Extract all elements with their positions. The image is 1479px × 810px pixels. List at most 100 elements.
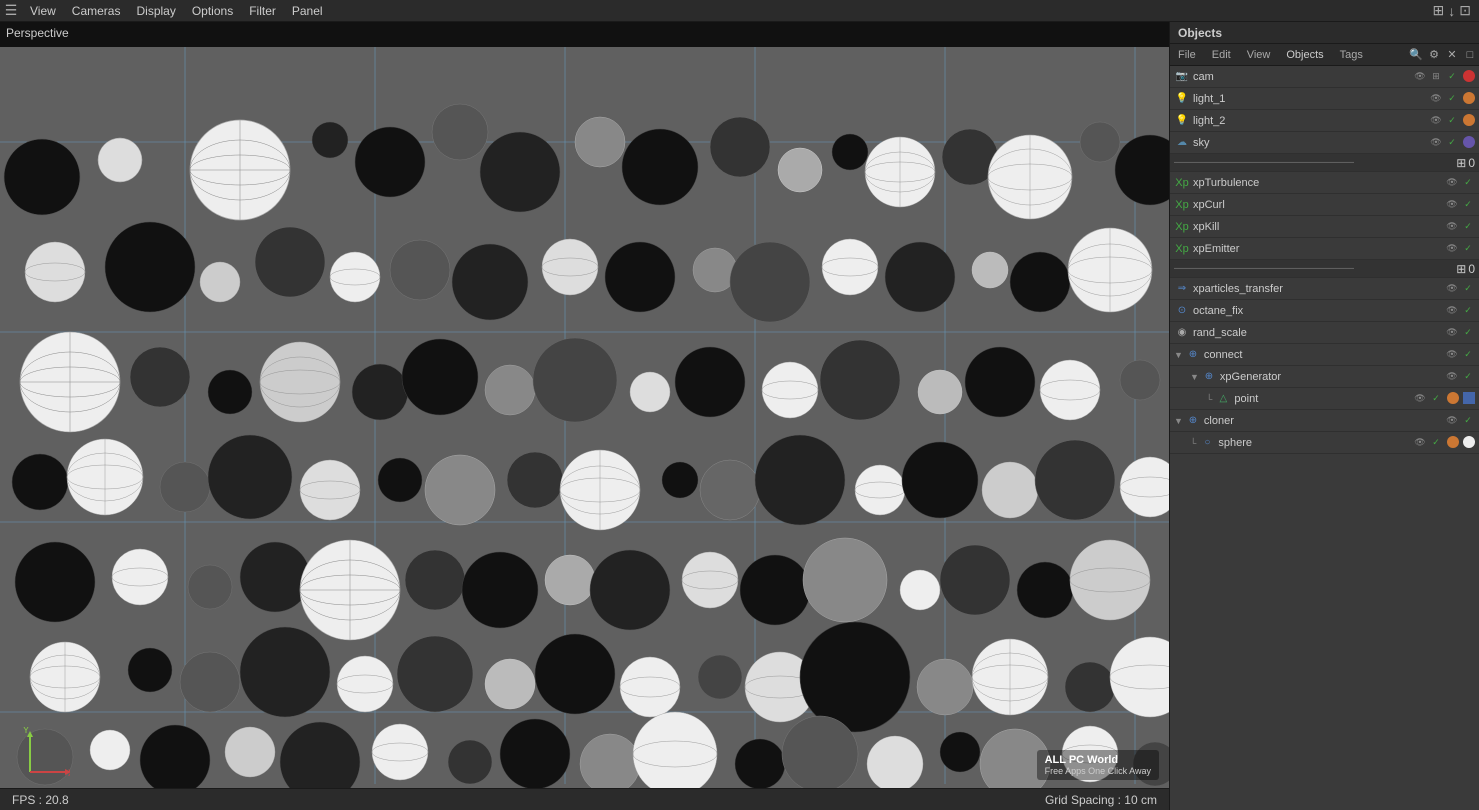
tab-objects[interactable]: Objects: [1278, 44, 1331, 66]
sphere-connector: └: [1190, 438, 1196, 448]
xpkill-name: xpKill: [1193, 221, 1441, 233]
object-row-cam[interactable]: 📷 cam 👁 ⊞ ✓: [1170, 66, 1479, 88]
xpgen-name: xpGenerator: [1220, 371, 1441, 383]
xpc-visible-btn[interactable]: 👁: [1445, 198, 1459, 212]
sky-icon: ☁: [1174, 135, 1190, 151]
tab-view[interactable]: View: [1239, 44, 1279, 66]
menu-panel[interactable]: Panel: [284, 0, 331, 22]
cloner-icon: ⊕: [1185, 413, 1201, 429]
tab-tags[interactable]: Tags: [1332, 44, 1371, 66]
point-connector: └: [1206, 394, 1212, 404]
cloner-check-btn[interactable]: ✓: [1461, 414, 1475, 428]
xpgen-expand-arrow[interactable]: ▼: [1190, 372, 1199, 382]
cam-lock-btn[interactable]: ⊞: [1429, 70, 1443, 84]
panel-tabs: File Edit View Objects Tags 🔍 ⚙ ✕ □: [1170, 44, 1479, 66]
sphere-visible-btn[interactable]: 👁: [1413, 436, 1427, 450]
object-row-point[interactable]: └ △ point 👁 ✓: [1170, 388, 1479, 410]
separator-1: ―――――――――――――――――― ⊞ 0: [1170, 154, 1479, 172]
light2-visible-btn[interactable]: 👁: [1429, 114, 1443, 128]
light1-visible-btn[interactable]: 👁: [1429, 92, 1443, 106]
panel-settings-icon[interactable]: ⚙: [1425, 44, 1443, 66]
menu-cameras[interactable]: Cameras: [64, 0, 129, 22]
settings-icon[interactable]: ⊡: [1459, 2, 1471, 19]
sphere-color-dot2: [1463, 436, 1475, 448]
point-visible-btn[interactable]: 👁: [1413, 392, 1427, 406]
sep1-btn2[interactable]: 0: [1468, 156, 1475, 170]
xpemitter-name: xpEmitter: [1193, 243, 1441, 255]
connect-expand-arrow[interactable]: ▼: [1174, 350, 1183, 360]
y-axis-label: Y: [23, 727, 29, 735]
object-row-sphere[interactable]: └ ○ sphere 👁 ✓: [1170, 432, 1479, 454]
rs-visible-btn[interactable]: 👁: [1445, 326, 1459, 340]
xparticles-transfer-name: xparticles_transfer: [1193, 283, 1441, 295]
object-row-octane-fix[interactable]: ⊙ octane_fix 👁 ✓: [1170, 300, 1479, 322]
conn-check-btn[interactable]: ✓: [1461, 348, 1475, 362]
xpgen-check-btn[interactable]: ✓: [1461, 370, 1475, 384]
search-icon[interactable]: 🔍: [1407, 44, 1425, 66]
point-name: point: [1234, 393, 1409, 405]
object-row-xpkill[interactable]: Xp xpKill 👁 ✓: [1170, 216, 1479, 238]
tab-edit[interactable]: Edit: [1204, 44, 1239, 66]
object-row-sky[interactable]: ☁ sky 👁 ✓: [1170, 132, 1479, 154]
light2-icon: 💡: [1174, 113, 1190, 129]
xpe-check-btn[interactable]: ✓: [1461, 242, 1475, 256]
xpk-check-btn[interactable]: ✓: [1461, 220, 1475, 234]
layout-icon[interactable]: ⊞: [1433, 2, 1445, 19]
light1-check-btn[interactable]: ✓: [1445, 92, 1459, 106]
object-row-connect[interactable]: ▼ ⊕ connect 👁 ✓: [1170, 344, 1479, 366]
menu-filter[interactable]: Filter: [241, 0, 284, 22]
oct-visible-btn[interactable]: 👁: [1445, 304, 1459, 318]
oct-check-btn[interactable]: ✓: [1461, 304, 1475, 318]
object-row-xpgenerator[interactable]: ▼ ⊕ xpGenerator 👁 ✓: [1170, 366, 1479, 388]
menu-view[interactable]: View: [22, 0, 64, 22]
watermark: ALL PC World Free Apps One Click Away: [1037, 750, 1159, 780]
sphere-color-dot1: [1447, 436, 1459, 448]
object-row-cloner[interactable]: ▼ ⊕ cloner 👁 ✓: [1170, 410, 1479, 432]
xpe-visible-btn[interactable]: 👁: [1445, 242, 1459, 256]
menu-options[interactable]: Options: [184, 0, 241, 22]
panel-expand-icon[interactable]: □: [1461, 44, 1479, 66]
axes-indicator: Y X: [20, 727, 70, 780]
render-icon[interactable]: ↓: [1448, 3, 1455, 19]
xpk-visible-btn[interactable]: 👁: [1445, 220, 1459, 234]
light2-check-btn[interactable]: ✓: [1445, 114, 1459, 128]
cloner-expand-arrow[interactable]: ▼: [1174, 416, 1183, 426]
point-color-dot1: [1447, 392, 1459, 404]
panel-title: Objects: [1178, 26, 1222, 40]
xptr-visible-btn[interactable]: 👁: [1445, 282, 1459, 296]
xpt-check-btn[interactable]: ✓: [1461, 176, 1475, 190]
panel-close-icon[interactable]: ✕: [1443, 44, 1461, 66]
cam-check-btn[interactable]: ✓: [1445, 70, 1459, 84]
viewport[interactable]: Perspective: [0, 22, 1169, 810]
object-row-xparticles-transfer[interactable]: ⇒ xparticles_transfer 👁 ✓: [1170, 278, 1479, 300]
xpt-visible-btn[interactable]: 👁: [1445, 176, 1459, 190]
sky-visible-btn[interactable]: 👁: [1429, 136, 1443, 150]
watermark-title: ALL PC World: [1045, 754, 1151, 766]
xpturbulence-icon: Xp: [1174, 175, 1190, 191]
menu-display[interactable]: Display: [128, 0, 183, 22]
xpgen-visible-btn[interactable]: 👁: [1445, 370, 1459, 384]
xpgen-icon: ⊕: [1201, 369, 1217, 385]
object-row-light1[interactable]: 💡 light_1 👁 ✓: [1170, 88, 1479, 110]
point-check-btn[interactable]: ✓: [1429, 392, 1443, 406]
rs-check-btn[interactable]: ✓: [1461, 326, 1475, 340]
tab-file[interactable]: File: [1170, 44, 1204, 66]
xptr-check-btn[interactable]: ✓: [1461, 282, 1475, 296]
object-row-rand-scale[interactable]: ◉ rand_scale 👁 ✓: [1170, 322, 1479, 344]
sphere-check-btn[interactable]: ✓: [1429, 436, 1443, 450]
conn-visible-btn[interactable]: 👁: [1445, 348, 1459, 362]
object-row-xpturbulence[interactable]: Xp xpTurbulence 👁 ✓: [1170, 172, 1479, 194]
cam-icon: 📷: [1174, 69, 1190, 85]
object-row-xpcurl[interactable]: Xp xpCurl 👁 ✓: [1170, 194, 1479, 216]
cam-visible-btn[interactable]: 👁: [1413, 70, 1427, 84]
sep1-btn1[interactable]: ⊞: [1456, 156, 1466, 170]
xpc-check-btn[interactable]: ✓: [1461, 198, 1475, 212]
sep2-btn2[interactable]: 0: [1468, 262, 1475, 276]
viewport-scene: [0, 22, 1169, 810]
xpkill-icon: Xp: [1174, 219, 1190, 235]
object-row-xpemitter[interactable]: Xp xpEmitter 👁 ✓: [1170, 238, 1479, 260]
sep2-btn1[interactable]: ⊞: [1456, 262, 1466, 276]
cloner-visible-btn[interactable]: 👁: [1445, 414, 1459, 428]
object-row-light2[interactable]: 💡 light_2 👁 ✓: [1170, 110, 1479, 132]
sky-check-btn[interactable]: ✓: [1445, 136, 1459, 150]
